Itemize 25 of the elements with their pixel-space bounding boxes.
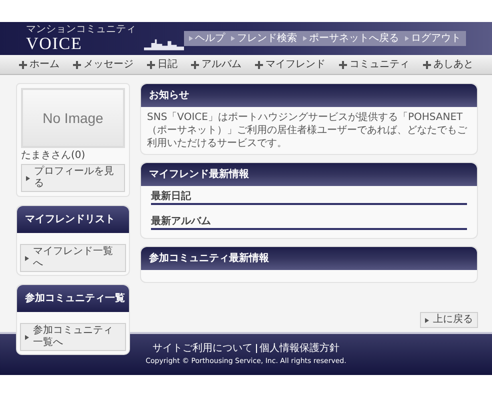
panel-header: マイフレンド最新情報	[141, 163, 477, 186]
notice-text: SNS「VOICE」はポートハウジングサービスが提供する「POHSANET（ポーサネット）」ご利用の居住者様ユーザーであれば、どなたでもご利用いただけるサービスです。	[146, 110, 468, 151]
panel-header: お知らせ	[141, 84, 477, 107]
section-heading: 最新アルバム	[151, 215, 467, 230]
footer-link[interactable]: 個人情報保護方針	[260, 343, 340, 354]
nav-link[interactable]: 日記	[146, 57, 178, 72]
panel-header: 参加コミュニティ一覧	[17, 285, 129, 312]
panel-header: マイフレンドリスト	[17, 206, 129, 233]
link-button[interactable]: 参加コミュニティ一覧へ	[20, 323, 126, 351]
user-name: たまきさん(0)	[21, 150, 86, 162]
nav-link[interactable]: メッセージ	[72, 57, 134, 72]
footer-link[interactable]: サイトご利用について	[152, 343, 252, 354]
nav-link[interactable]: コミュニティ	[338, 57, 410, 72]
link-button[interactable]: プロフィールを見る	[21, 164, 125, 192]
link-button[interactable]: マイフレンド一覧へ	[20, 244, 126, 272]
no-image-text: No Image	[42, 108, 104, 128]
panel-header: 参加コミュニティ最新情報	[141, 247, 477, 270]
nav-link[interactable]: あしあと	[422, 57, 474, 72]
nav-link[interactable]: マイフレンド	[254, 57, 326, 72]
nav-link[interactable]: ホーム	[18, 57, 60, 72]
link-button[interactable]: 上に戻る	[420, 312, 478, 328]
section-heading: 最新日記	[151, 190, 467, 205]
logo: VOICE	[26, 34, 84, 52]
logo-subtitle: マンションコミュニティ	[26, 24, 136, 34]
nav-link[interactable]: アルバム	[190, 57, 242, 72]
